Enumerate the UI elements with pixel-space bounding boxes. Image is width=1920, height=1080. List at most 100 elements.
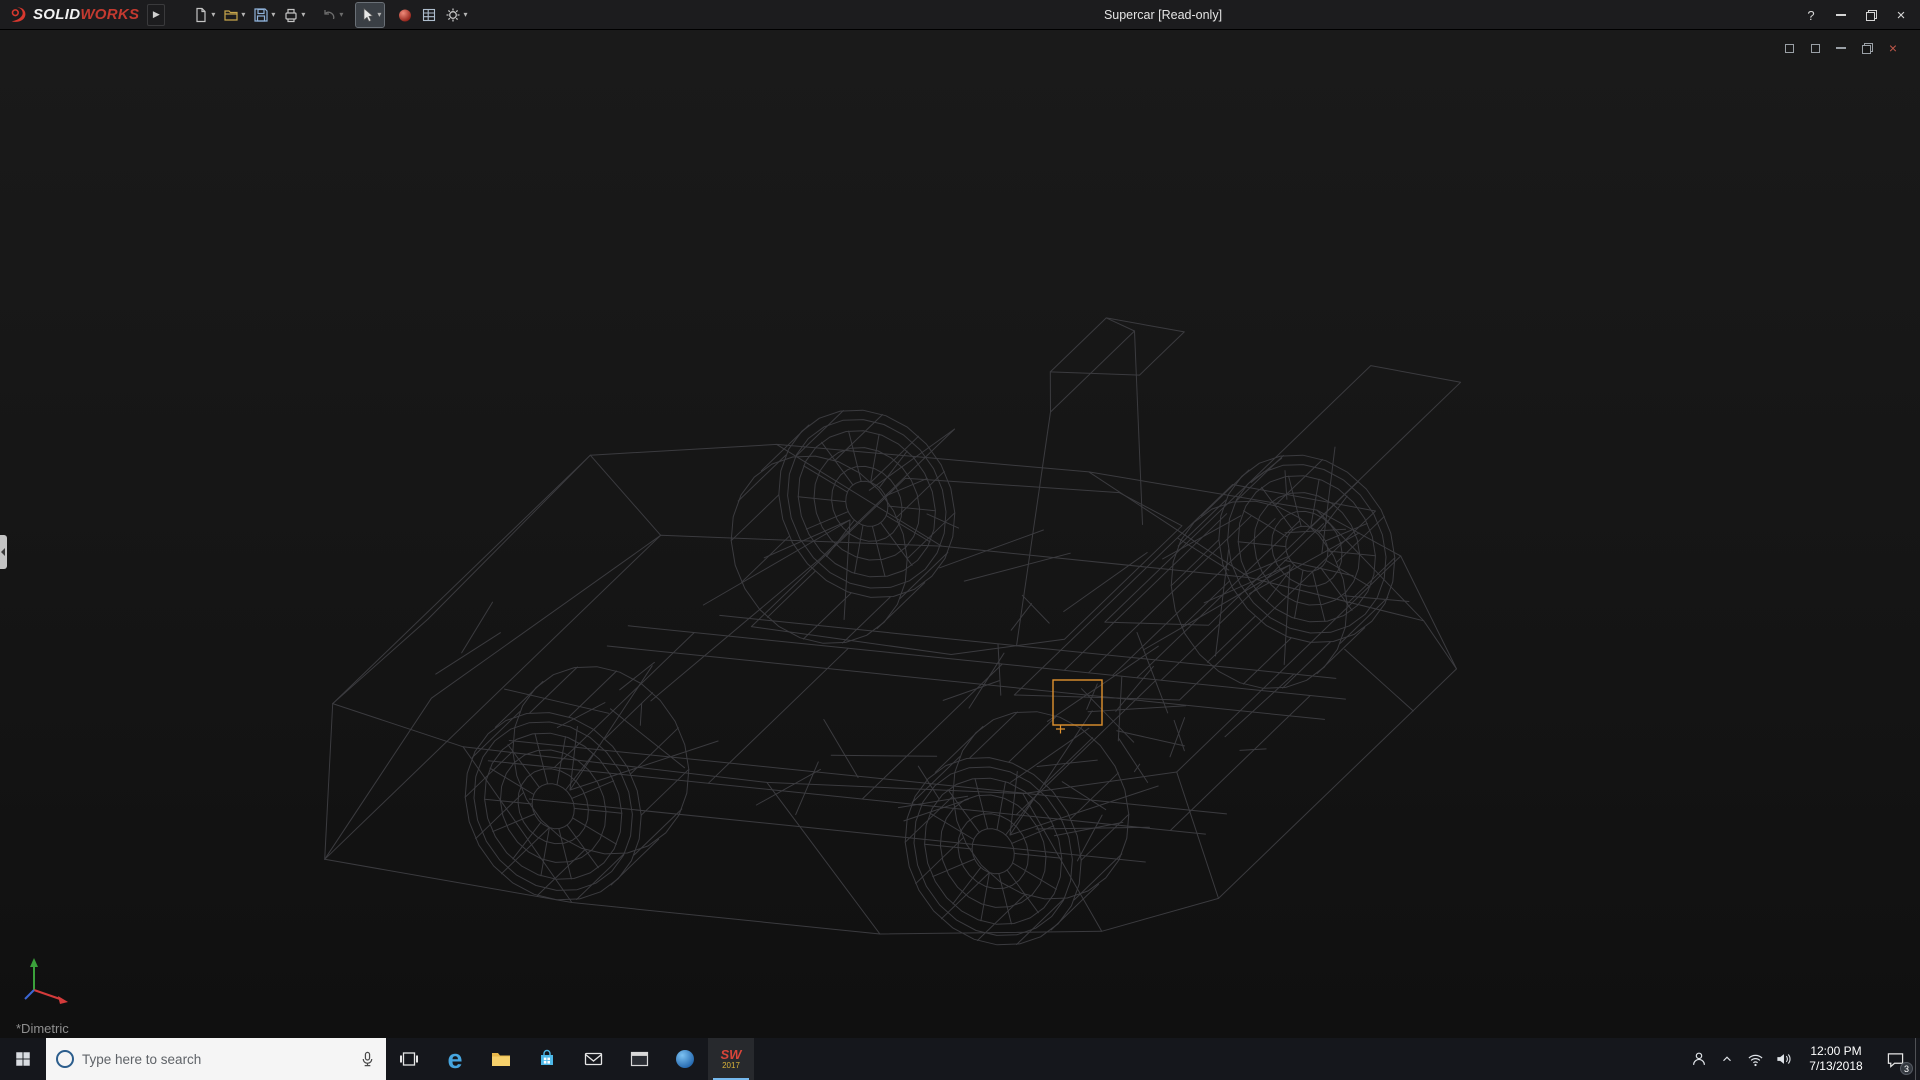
new-document-icon — [193, 7, 209, 23]
window-icon — [1785, 44, 1794, 53]
appearance-sphere-button[interactable] — [394, 3, 416, 27]
dropdown-caret-icon[interactable]: ▾ — [463, 11, 467, 19]
desktop: SOLIDWORKS ▶ ▾ ▾ ▾ ▾ ▾ — [0, 0, 1920, 1080]
network-button[interactable] — [1741, 1038, 1769, 1080]
minimize-icon — [1836, 47, 1846, 49]
console-app-button[interactable] — [616, 1038, 662, 1080]
person-icon — [1690, 1050, 1708, 1068]
table-grid-icon — [421, 7, 437, 23]
chevron-up-icon — [1720, 1052, 1734, 1066]
start-button[interactable] — [0, 1038, 46, 1080]
new-document-button[interactable]: ▾ — [190, 3, 218, 27]
dropdown-caret-icon[interactable]: ▾ — [211, 11, 215, 19]
volume-button[interactable] — [1769, 1038, 1797, 1080]
ds-logo-icon — [8, 4, 30, 26]
brand-solid: SOLID — [33, 6, 80, 23]
clock-date: 7/13/2018 — [1797, 1059, 1875, 1074]
brand-text: SOLIDWORKS — [33, 6, 139, 24]
gear-icon — [445, 7, 461, 23]
save-floppy-icon — [253, 7, 269, 23]
red-sphere-icon — [397, 7, 413, 23]
folder-icon — [490, 1049, 512, 1069]
microphone-icon[interactable] — [359, 1051, 376, 1068]
undo-button[interactable]: ▾ — [318, 3, 346, 27]
z-axis-arrow — [25, 990, 34, 999]
doc-window-button[interactable] — [1776, 38, 1802, 58]
clock-time: 12:00 PM — [1797, 1044, 1875, 1059]
quick-access-toolbar: ▾ ▾ ▾ ▾ ▾ ▾ — [189, 3, 471, 27]
y-axis-arrow — [30, 958, 38, 967]
open-folder-icon — [223, 7, 239, 23]
doc-close-button[interactable]: × — [1880, 38, 1906, 58]
action-center-button[interactable]: 3 — [1875, 1038, 1915, 1080]
search-input[interactable] — [82, 1052, 351, 1067]
open-button[interactable]: ▾ — [220, 3, 248, 27]
store-bag-icon — [537, 1049, 557, 1069]
show-desktop-button[interactable] — [1915, 1038, 1920, 1080]
document-window-controls: × — [1776, 38, 1906, 58]
window-controls: ? × — [1796, 0, 1916, 30]
edge-icon: e — [447, 1046, 462, 1073]
doc-restore-button[interactable] — [1854, 38, 1880, 58]
windows-logo-icon — [14, 1050, 32, 1068]
mail-envelope-icon — [583, 1050, 604, 1068]
minimize-icon — [1836, 14, 1846, 16]
orientation-triad — [16, 940, 86, 1010]
mail-button[interactable] — [570, 1038, 616, 1080]
menu-flyout-arrow[interactable]: ▶ — [147, 4, 165, 26]
windows-taskbar: e SW 2017 — [0, 1038, 1920, 1080]
system-tray: 12:00 PM 7/13/2018 3 — [1685, 1038, 1920, 1080]
maximize-button[interactable] — [1856, 0, 1886, 30]
minimize-button[interactable] — [1826, 0, 1856, 30]
store-button[interactable] — [524, 1038, 570, 1080]
dropdown-caret-icon[interactable]: ▾ — [301, 11, 305, 19]
view-orientation-label: *Dimetric — [16, 1021, 69, 1036]
help-button[interactable]: ? — [1796, 0, 1826, 30]
select-button[interactable]: ▾ — [356, 3, 384, 27]
restore-icon — [1866, 10, 1877, 21]
brand-works: WORKS — [80, 6, 139, 23]
window-icon — [1811, 44, 1820, 53]
options-button[interactable]: ▾ — [442, 3, 470, 27]
dropdown-caret-icon[interactable]: ▾ — [377, 11, 381, 19]
cortana-ring-icon — [56, 1050, 74, 1068]
x-axis-arrow — [58, 996, 68, 1004]
collapsed-pane-tab[interactable] — [0, 535, 7, 569]
printer-icon — [283, 7, 299, 23]
undo-arrow-icon — [321, 7, 337, 23]
window-title: Supercar [Read-only] — [1104, 0, 1222, 30]
blue-sphere-icon — [675, 1049, 695, 1069]
blue-globe-app-button[interactable] — [662, 1038, 708, 1080]
sw-year: 2017 — [722, 1062, 740, 1070]
notification-badge: 3 — [1900, 1062, 1913, 1075]
wireframe-model — [0, 30, 1920, 1038]
save-button[interactable]: ▾ — [250, 3, 278, 27]
people-button[interactable] — [1685, 1038, 1713, 1080]
solidworks-app-icon: SW 2017 — [721, 1048, 742, 1070]
selection-cross-icon — [1056, 725, 1065, 734]
wifi-icon — [1747, 1052, 1764, 1067]
taskbar-clock[interactable]: 12:00 PM 7/13/2018 — [1797, 1044, 1875, 1074]
app-titlebar: SOLIDWORKS ▶ ▾ ▾ ▾ ▾ ▾ — [0, 0, 1920, 30]
app-window-icon — [629, 1050, 650, 1068]
close-button[interactable]: × — [1886, 0, 1916, 30]
task-view-icon — [399, 1049, 419, 1069]
evaluate-table-button[interactable] — [418, 3, 440, 27]
tray-overflow-button[interactable] — [1713, 1038, 1741, 1080]
doc-window-button-2[interactable] — [1802, 38, 1828, 58]
doc-minimize-button[interactable] — [1828, 38, 1854, 58]
print-button[interactable]: ▾ — [280, 3, 308, 27]
solidworks-logo: SOLIDWORKS — [0, 4, 143, 26]
restore-icon — [1862, 43, 1873, 54]
graphics-area[interactable]: × *Dimetric — [0, 30, 1920, 1038]
taskbar-search[interactable] — [46, 1038, 386, 1080]
edge-button[interactable]: e — [432, 1038, 478, 1080]
dropdown-caret-icon[interactable]: ▾ — [241, 11, 245, 19]
sw-letters: SW — [721, 1048, 742, 1061]
speaker-icon — [1775, 1051, 1792, 1067]
task-view-button[interactable] — [386, 1038, 432, 1080]
solidworks-taskbar-button[interactable]: SW 2017 — [708, 1038, 754, 1080]
dropdown-caret-icon[interactable]: ▾ — [339, 11, 343, 19]
dropdown-caret-icon[interactable]: ▾ — [271, 11, 275, 19]
file-explorer-button[interactable] — [478, 1038, 524, 1080]
